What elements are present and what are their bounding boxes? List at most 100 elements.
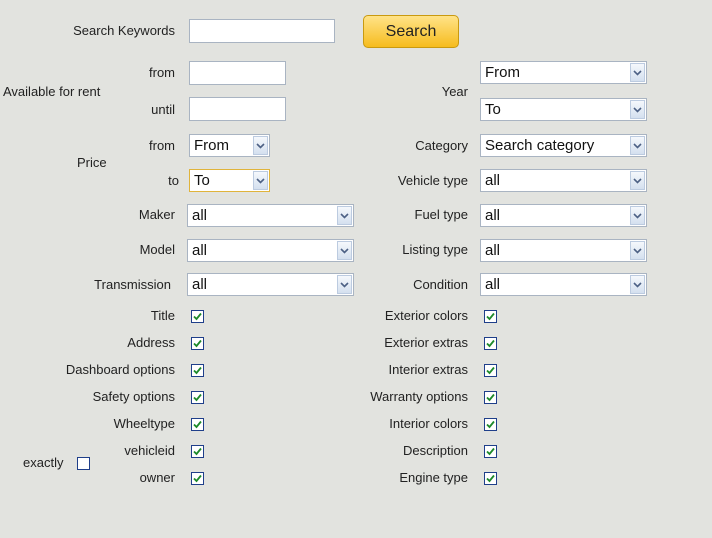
year-to-select[interactable]: To	[480, 98, 647, 121]
field-label-description: Description	[402, 443, 468, 458]
field-label-vehicleid: vehicleid	[124, 443, 175, 458]
rent-until-input[interactable]	[189, 97, 286, 121]
field-checkbox-warranty-options[interactable]	[484, 391, 497, 404]
rent-from-input[interactable]	[189, 61, 286, 85]
field-label-interior-colors: Interior colors	[389, 416, 468, 431]
year-from-select[interactable]: From	[480, 61, 647, 84]
field-label-exterior-extras: Exterior extras	[384, 335, 468, 350]
checkmark-icon	[193, 339, 202, 348]
chevron-down-icon[interactable]	[337, 275, 352, 294]
vehicle-type-label: Vehicle type	[397, 173, 468, 188]
field-label-title: Title	[150, 308, 175, 323]
model-select[interactable]: all	[187, 239, 354, 262]
chevron-down-icon[interactable]	[337, 206, 352, 225]
chevron-down-icon[interactable]	[630, 206, 645, 225]
checkmark-icon	[486, 339, 495, 348]
model-value: all	[192, 242, 208, 259]
field-label-warranty-options: Warranty options	[370, 389, 468, 404]
field-checkbox-wheeltype[interactable]	[191, 418, 204, 431]
listing-type-label: Listing type	[402, 242, 468, 257]
checkmark-icon	[193, 447, 202, 456]
chevron-down-icon[interactable]	[337, 241, 352, 260]
condition-select[interactable]: all	[480, 273, 647, 296]
field-label-exterior-colors: Exterior colors	[384, 308, 468, 323]
listing-type-select[interactable]: all	[480, 239, 647, 262]
maker-select[interactable]: all	[187, 204, 354, 227]
field-checkbox-title[interactable]	[191, 310, 204, 323]
field-label-interior-extras: Interior extras	[388, 362, 468, 377]
field-label-safety-options: Safety options	[92, 389, 175, 404]
maker-label: Maker	[138, 207, 175, 222]
price-from-label: from	[149, 138, 175, 153]
field-label-owner: owner	[139, 470, 175, 485]
rent-from-label: from	[149, 65, 175, 80]
chevron-down-icon[interactable]	[253, 171, 268, 190]
condition-value: all	[485, 276, 501, 293]
checkmark-icon	[193, 312, 202, 321]
condition-label: Condition	[413, 277, 468, 292]
checkmark-icon	[486, 312, 495, 321]
price-to-select[interactable]: To	[189, 169, 270, 192]
chevron-down-icon[interactable]	[630, 171, 645, 190]
field-checkbox-dashboard-options[interactable]	[191, 364, 204, 377]
field-label-engine-type: Engine type	[399, 470, 468, 485]
category-select[interactable]: Search category	[480, 134, 647, 157]
fuel-type-label: Fuel type	[414, 207, 468, 222]
transmission-select[interactable]: all	[187, 273, 354, 296]
chevron-down-icon[interactable]	[630, 136, 645, 155]
price-from-select[interactable]: From	[189, 134, 270, 157]
checkmark-icon	[193, 474, 202, 483]
chevron-down-icon[interactable]	[630, 275, 645, 294]
search-keywords-input[interactable]	[189, 19, 335, 43]
checkmark-icon	[193, 420, 202, 429]
checkmark-icon	[486, 393, 495, 402]
maker-value: all	[192, 207, 208, 224]
rent-until-label: until	[151, 102, 175, 117]
checkmark-icon	[486, 366, 495, 375]
transmission-label: Transmission	[94, 277, 171, 292]
checkmark-icon	[486, 420, 495, 429]
checkmark-icon	[193, 393, 202, 402]
chevron-down-icon[interactable]	[630, 63, 645, 82]
checkmark-icon	[486, 447, 495, 456]
category-value: Search category	[485, 137, 595, 154]
model-label: Model	[139, 242, 175, 257]
exactly-label: exactly	[23, 455, 64, 470]
available-for-rent-label: Available for rent	[3, 84, 101, 99]
vehicle-type-select[interactable]: all	[480, 169, 647, 192]
field-label-address: Address	[127, 335, 175, 350]
field-label-dashboard-options: Dashboard options	[65, 362, 175, 377]
listing-type-value: all	[485, 242, 501, 259]
fuel-type-value: all	[485, 207, 501, 224]
field-checkbox-interior-colors[interactable]	[484, 418, 497, 431]
field-checkbox-interior-extras[interactable]	[484, 364, 497, 377]
year-label: Year	[441, 84, 468, 99]
field-checkbox-exterior-extras[interactable]	[484, 337, 497, 350]
chevron-down-icon[interactable]	[630, 100, 645, 119]
checkmark-icon	[486, 474, 495, 483]
checkmark-icon	[193, 366, 202, 375]
chevron-down-icon[interactable]	[253, 136, 268, 155]
year-to-value: To	[485, 101, 501, 118]
chevron-down-icon[interactable]	[630, 241, 645, 260]
field-checkbox-exterior-colors[interactable]	[484, 310, 497, 323]
price-from-value: From	[194, 137, 229, 154]
field-checkbox-safety-options[interactable]	[191, 391, 204, 404]
price-to-value: To	[194, 172, 210, 189]
vehicle-type-value: all	[485, 172, 501, 189]
fuel-type-select[interactable]: all	[480, 204, 647, 227]
exactly-checkbox[interactable]	[77, 457, 90, 470]
field-checkbox-description[interactable]	[484, 445, 497, 458]
search-button[interactable]: Search	[363, 15, 459, 48]
year-from-value: From	[485, 64, 520, 81]
transmission-value: all	[192, 276, 208, 293]
price-label: Price	[77, 155, 107, 170]
field-label-wheeltype: Wheeltype	[113, 416, 175, 431]
category-label: Category	[415, 138, 468, 153]
field-checkbox-owner[interactable]	[191, 472, 204, 485]
field-checkbox-address[interactable]	[191, 337, 204, 350]
search-keywords-label: Search Keywords	[73, 23, 175, 38]
field-checkbox-engine-type[interactable]	[484, 472, 497, 485]
price-to-label: to	[168, 173, 179, 188]
field-checkbox-vehicleid[interactable]	[191, 445, 204, 458]
